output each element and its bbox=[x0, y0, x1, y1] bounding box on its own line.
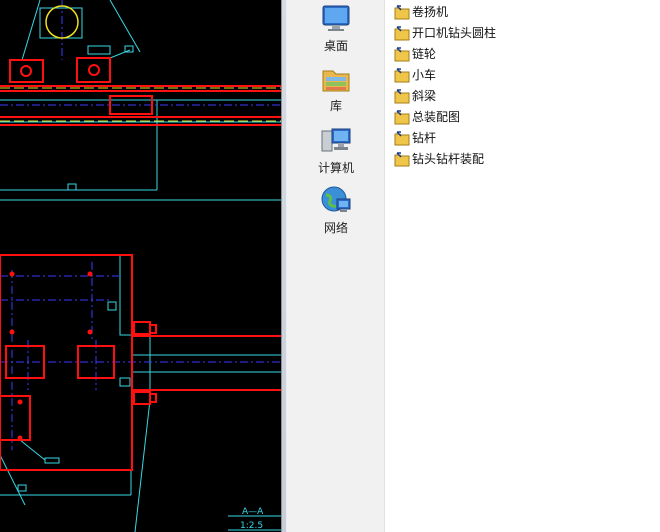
scale-label: 1:2.5 bbox=[240, 521, 263, 531]
dwg-file-icon bbox=[394, 25, 410, 41]
file-name: 总装配图 bbox=[412, 110, 461, 124]
nav-item-label: 计算机 bbox=[317, 161, 354, 175]
nav-item-computer[interactable]: 计算机 bbox=[287, 125, 385, 176]
list-item[interactable]: 小车 bbox=[394, 65, 436, 84]
dwg-file-icon bbox=[394, 130, 410, 146]
computer-icon bbox=[320, 125, 352, 157]
file-name: 钻头钻杆装配 bbox=[412, 152, 485, 166]
file-name: 开口机钻头圆柱 bbox=[412, 26, 497, 40]
dwg-file-icon bbox=[394, 151, 410, 167]
file-name: 小车 bbox=[412, 68, 437, 82]
nav-item-desktop[interactable]: 桌面 bbox=[287, 3, 385, 54]
list-item[interactable]: 卷扬机 bbox=[394, 2, 448, 21]
dwg-file-icon bbox=[394, 109, 410, 125]
section-label: A—A bbox=[242, 507, 264, 517]
cad-drawing-canvas[interactable]: A—A 1:2.5 bbox=[0, 0, 281, 532]
dwg-file-icon bbox=[394, 46, 410, 62]
library-icon bbox=[320, 63, 352, 95]
network-icon bbox=[320, 185, 352, 217]
file-list: 卷扬机 开口机钻头圆柱 链轮 小车 斜梁 总装配图 钻杆 钻头钻杆装配 bbox=[386, 0, 660, 532]
nav-item-library[interactable]: 库 bbox=[287, 63, 385, 114]
list-item[interactable]: 链轮 bbox=[394, 44, 436, 63]
nav-item-label: 网络 bbox=[323, 221, 348, 235]
list-item[interactable]: 总装配图 bbox=[394, 107, 460, 126]
dwg-file-icon bbox=[394, 88, 410, 104]
list-item[interactable]: 钻头钻杆装配 bbox=[394, 149, 484, 168]
dwg-file-icon bbox=[394, 4, 410, 20]
file-name: 钻杆 bbox=[412, 131, 437, 145]
file-name: 斜梁 bbox=[412, 89, 437, 103]
nav-item-label: 库 bbox=[329, 99, 342, 113]
file-name: 链轮 bbox=[412, 47, 437, 61]
nav-item-network[interactable]: 网络 bbox=[287, 185, 385, 236]
dwg-file-icon bbox=[394, 67, 410, 83]
list-item[interactable]: 开口机钻头圆柱 bbox=[394, 23, 496, 42]
navigation-pane: 桌面 库 计算机 网络 bbox=[287, 0, 385, 532]
desktop-icon bbox=[320, 3, 352, 35]
cad-drawing: A—A 1:2.5 bbox=[0, 0, 281, 532]
list-item[interactable]: 斜梁 bbox=[394, 86, 436, 105]
list-item[interactable]: 钻杆 bbox=[394, 128, 436, 147]
nav-item-label: 桌面 bbox=[323, 39, 348, 53]
file-name: 卷扬机 bbox=[412, 5, 449, 19]
